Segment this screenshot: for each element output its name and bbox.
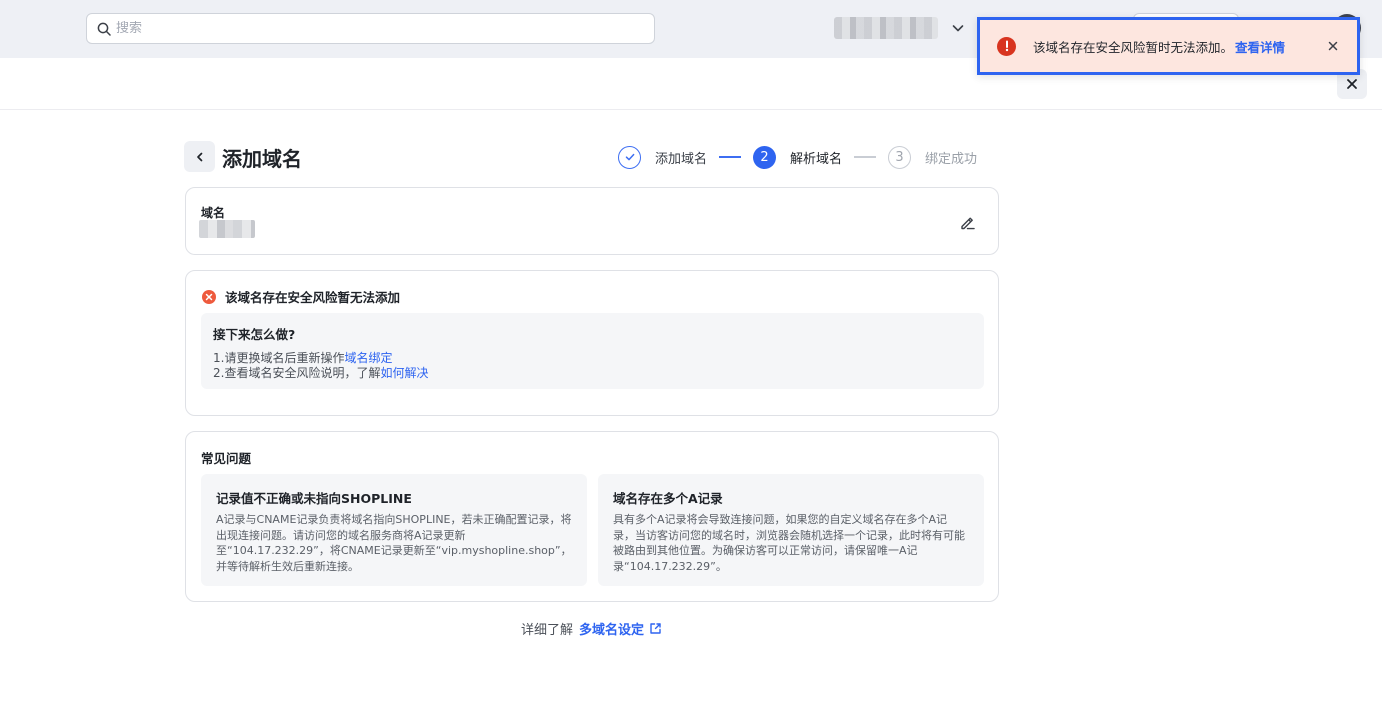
step-2-label: 解析域名	[790, 151, 843, 167]
faq-item-body: 具有多个A记录将会导致连接问题，如果您的自定义域名存在多个A记录，当访客访问您的…	[613, 513, 965, 573]
page-title: 添加域名	[222, 147, 302, 171]
close-icon	[1328, 41, 1338, 51]
error-title: 该域名存在安全风险暂无法添加	[202, 287, 400, 306]
error-toast: 该域名存在安全风险暂时无法添加。 查看详情	[977, 17, 1360, 75]
error-title-text: 该域名存在安全风险暂无法添加	[225, 290, 401, 305]
chevron-left-icon	[196, 152, 202, 161]
how-to-resolve-link[interactable]: 如何解决	[380, 366, 428, 380]
domain-value-blurred	[199, 220, 255, 238]
next-step-1: 1.请更换域名后重新操作域名绑定	[213, 351, 393, 365]
stepper: 添加域名 2 解析域名 3 绑定成功	[618, 145, 977, 169]
faq-item-title: 域名存在多个A记录	[613, 491, 723, 506]
edit-domain-button[interactable]	[956, 211, 978, 233]
error-card: 该域名存在安全风险暂无法添加 接下来怎么做? 1.请更换域名后重新操作域名绑定 …	[185, 270, 999, 416]
toast-message: 该域名存在安全风险暂时无法添加。	[1033, 39, 1234, 55]
domain-card: 域名	[185, 187, 999, 255]
learn-more: 详细了解 多域名设定	[521, 619, 662, 638]
step-connector	[719, 156, 742, 158]
faq-item: 记录值不正确或未指向SHOPLINE A记录与CNAME记录负责将域名指向SHO…	[201, 474, 587, 586]
toast-details-link[interactable]: 查看详情	[1235, 37, 1285, 56]
step-3-circle: 3	[888, 145, 912, 169]
next-steps-box: 接下来怎么做? 1.请更换域名后重新操作域名绑定 2.查看域名安全风险说明，了解…	[201, 313, 984, 389]
learn-more-text: 详细了解	[521, 623, 574, 638]
step-3-label: 绑定成功	[925, 151, 978, 167]
next-steps-title: 接下来怎么做?	[213, 327, 296, 342]
step-1-label: 添加域名	[655, 151, 708, 167]
close-icon	[1347, 79, 1357, 89]
multi-domain-settings-link[interactable]: 多域名设定	[579, 619, 662, 638]
faq-item: 域名存在多个A记录 具有多个A记录将会导致连接问题，如果您的自定义域名存在多个A…	[598, 474, 984, 586]
multi-domain-settings-label: 多域名设定	[579, 623, 645, 638]
domain-binding-link[interactable]: 域名绑定	[344, 351, 392, 365]
faq-item-title: 记录值不正确或未指向SHOPLINE	[216, 491, 412, 506]
domain-label: 域名	[201, 206, 226, 220]
back-button[interactable]	[184, 141, 215, 172]
check-icon	[625, 153, 634, 161]
error-icon	[997, 36, 1016, 56]
search-input[interactable]	[116, 21, 616, 36]
search-bar[interactable]	[86, 13, 655, 44]
step-2-circle: 2	[753, 145, 777, 169]
toast-close-button[interactable]	[1324, 37, 1342, 55]
step-connector	[854, 156, 877, 158]
faq-item-body: A记录与CNAME记录负责将域名指向SHOPLINE，若未正确配置记录，将出现连…	[216, 513, 572, 573]
edit-icon	[960, 217, 975, 229]
chevron-down-icon[interactable]	[950, 20, 966, 36]
store-name-blurred[interactable]	[834, 17, 938, 39]
next-step-2: 2.查看域名安全风险说明，了解如何解决	[213, 366, 429, 380]
step-1-circle	[618, 145, 641, 169]
external-link-icon	[650, 623, 661, 634]
search-icon	[97, 22, 111, 36]
error-circle-icon	[202, 289, 216, 304]
faq-heading: 常见问题	[201, 451, 252, 466]
faq-card: 常见问题 记录值不正确或未指向SHOPLINE A记录与CNAME记录负责将域名…	[185, 431, 999, 602]
